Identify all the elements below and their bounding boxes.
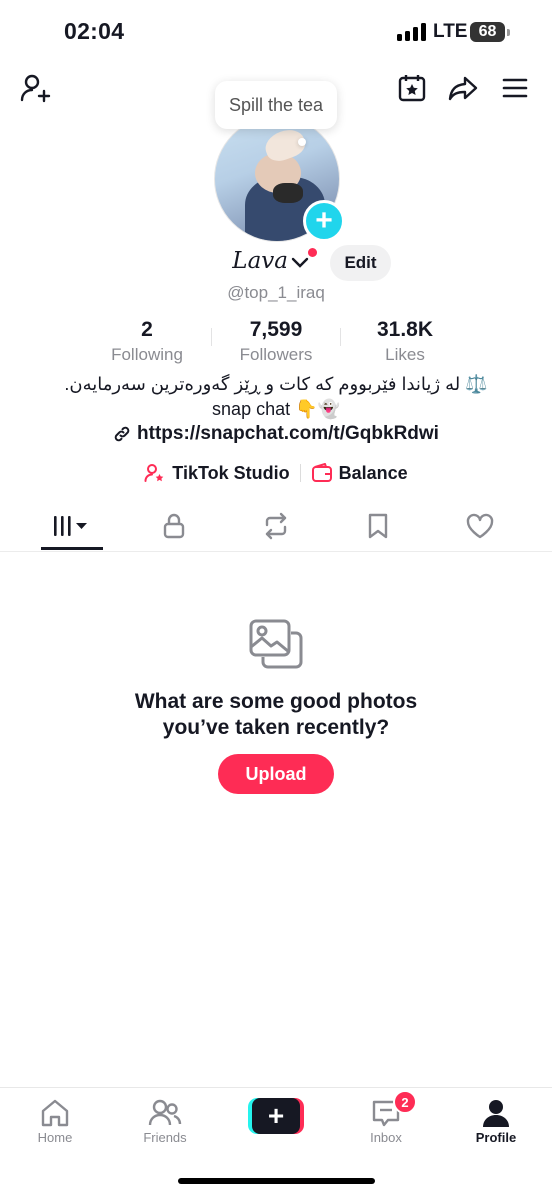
add-friend-button[interactable] (16, 68, 56, 108)
display-name: Lava (232, 248, 288, 274)
bio-line: ⚖️ لە ژیاندا فێربووم کە کات و ڕێز گەورەت… (64, 374, 488, 394)
network-label: LTE (433, 21, 468, 42)
share-button[interactable] (443, 68, 483, 108)
tab-videos[interactable] (41, 503, 103, 549)
nav-profile-label: Profile (475, 1130, 517, 1145)
nav-friends-label: Friends (143, 1130, 187, 1145)
nav-profile[interactable]: Profile (456, 1096, 536, 1145)
chevron-down-icon (291, 257, 309, 268)
tab-favorites[interactable] (347, 503, 409, 549)
empty-title-line: you’ve taken recently? (162, 716, 390, 739)
nav-home[interactable]: Home (15, 1096, 95, 1145)
empty-state-title: What are some good photos you’ve taken r… (0, 689, 552, 741)
battery-nub (507, 29, 510, 36)
tab-liked[interactable] (449, 503, 511, 549)
followers-count: 7,599 (249, 318, 303, 341)
stat-followers[interactable]: 7,599 Followers (216, 318, 336, 365)
videos-grid-icon (54, 516, 87, 536)
person-plus-icon (20, 74, 51, 103)
profile-icon (483, 1100, 509, 1127)
person-star-icon (144, 464, 164, 482)
heart-icon (466, 513, 494, 539)
friends-icon (148, 1099, 182, 1126)
active-tab-indicator (41, 547, 103, 550)
repost-icon (265, 512, 287, 540)
stat-likes[interactable]: 31.8K Likes (345, 318, 465, 365)
following-count: 2 (141, 318, 153, 341)
creator-tools-row: TikTok Studio Balance (0, 462, 552, 484)
stat-following[interactable]: 2 Following (87, 318, 207, 365)
bio-link-text: https://snapchat.com/t/GqbkRdwi (137, 423, 439, 444)
signal-icon (397, 23, 427, 41)
upload-button[interactable]: Upload (218, 754, 334, 794)
likes-label: Likes (385, 345, 425, 364)
edit-profile-button[interactable]: Edit (330, 245, 391, 281)
add-story-button[interactable]: + (303, 200, 345, 242)
content-tabs (0, 503, 552, 552)
menu-button[interactable] (495, 68, 535, 108)
notification-dot (308, 248, 317, 257)
inbox-badge: 2 (393, 1090, 417, 1114)
balance-button[interactable]: Balance (311, 462, 408, 484)
tab-reposts[interactable] (245, 503, 307, 549)
balance-label: Balance (338, 462, 408, 483)
photos-icon (247, 617, 305, 680)
plus-icon: + (252, 1098, 300, 1134)
tiktok-studio-label: TikTok Studio (172, 462, 290, 483)
tab-private[interactable] (143, 503, 205, 549)
tiktok-studio-button[interactable]: TikTok Studio (144, 462, 290, 484)
home-icon (41, 1099, 69, 1127)
create-button[interactable]: + (248, 1098, 304, 1134)
nav-home-label: Home (37, 1130, 73, 1145)
username: @top_1_iraq (227, 283, 325, 302)
followers-label: Followers (239, 345, 313, 364)
hamburger-menu-icon (502, 78, 528, 98)
stat-divider (340, 328, 341, 346)
bio-line: snap chat 👇👻 (212, 399, 340, 419)
account-switch-button[interactable] (290, 256, 310, 275)
home-indicator[interactable] (178, 1178, 375, 1184)
following-label: Following (111, 345, 183, 364)
wallet-icon (311, 463, 332, 482)
stat-divider (211, 328, 212, 346)
note-bubble[interactable]: Spill the tea (215, 81, 337, 129)
calendar-button[interactable] (392, 68, 432, 108)
calendar-star-icon (398, 75, 426, 102)
nav-inbox-label: Inbox (370, 1130, 402, 1145)
likes-count: 31.8K (376, 318, 434, 341)
lock-icon (163, 513, 185, 539)
nav-friends[interactable]: Friends (125, 1096, 205, 1145)
link-icon (114, 426, 130, 442)
note-bubble-tail (298, 138, 306, 146)
status-time: 02:04 (64, 18, 125, 44)
empty-title-line: What are some good photos (134, 690, 418, 713)
share-arrow-icon (448, 76, 478, 101)
tool-divider (299, 464, 301, 482)
bio-link[interactable]: https://snapchat.com/t/GqbkRdwi (0, 423, 552, 445)
bookmark-icon (368, 513, 388, 539)
battery-icon: 68 (470, 22, 505, 42)
